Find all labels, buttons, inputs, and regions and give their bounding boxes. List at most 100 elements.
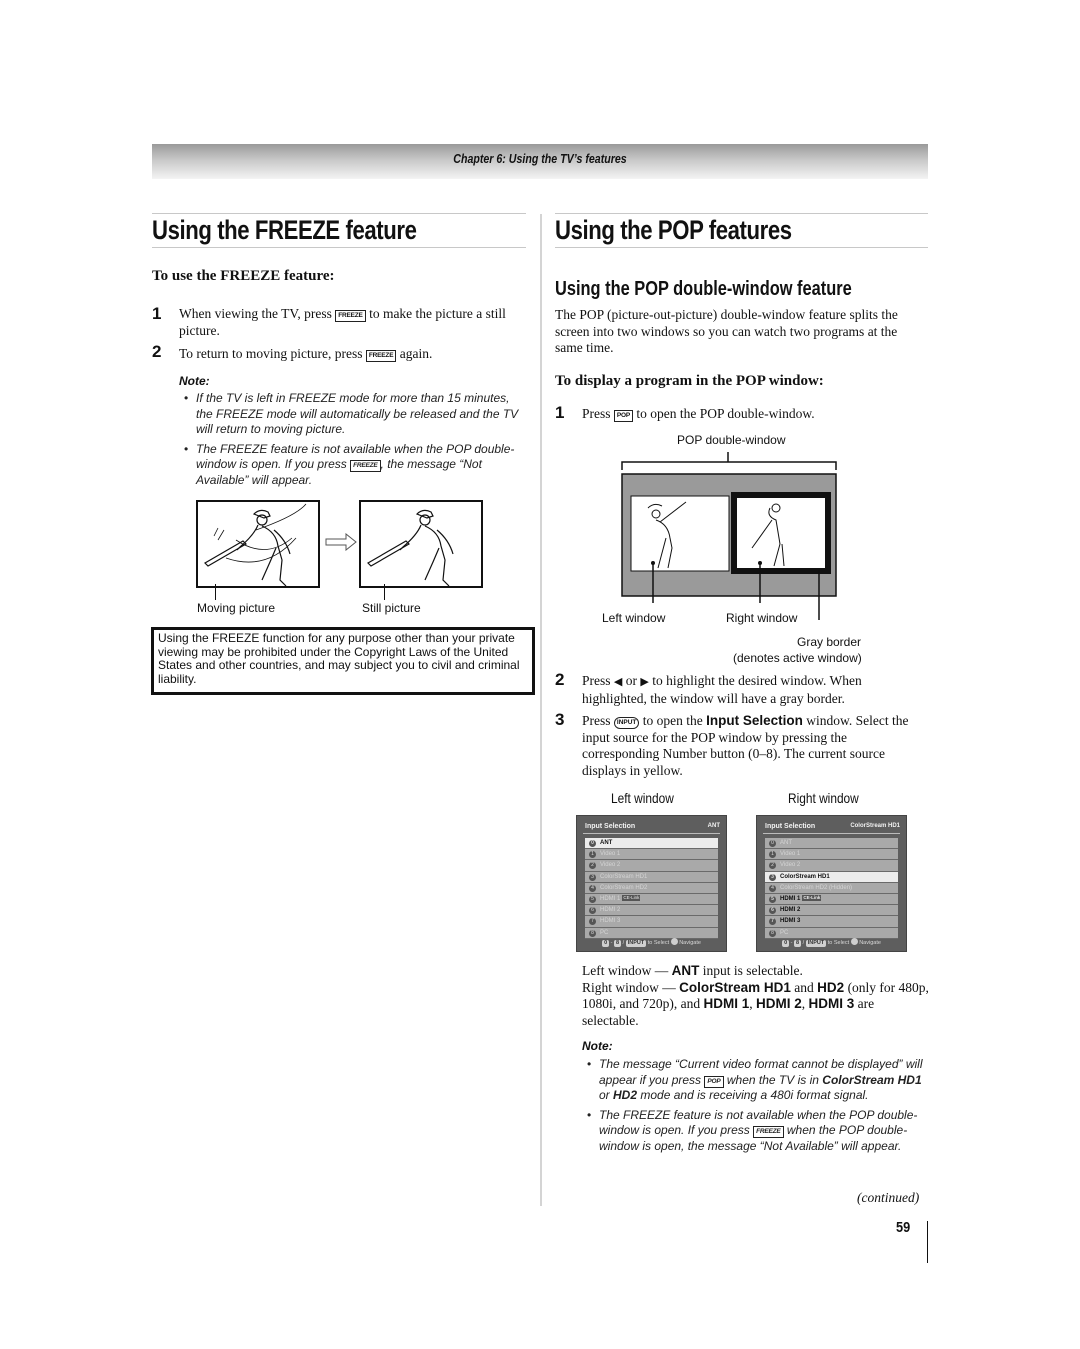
- left-window-label: Left window: [602, 611, 666, 625]
- input-list: 0 ANT 1 Video 1 2 Video 2 3 ColorStream HD1 4 Col…: [585, 838, 718, 939]
- title-rule-bottom: [555, 247, 928, 248]
- navigate-pad-icon: [670, 938, 678, 945]
- input-option[interactable]: 7 HDMI 3: [765, 916, 898, 928]
- pop-intro: The POP (picture-out-picture) double-win…: [555, 307, 898, 355]
- input-option-label: PC: [600, 929, 609, 936]
- input-option[interactable]: 8 PC: [585, 927, 718, 939]
- pop-subhead: To display a program in the POP window:: [555, 373, 824, 389]
- step-number: 3: [555, 710, 565, 729]
- input-option[interactable]: 6 HDMI 2: [585, 905, 718, 917]
- input-option-label: ANT: [600, 840, 613, 846]
- input-option[interactable]: 1 Video 1: [585, 849, 718, 861]
- number-badge-icon: 6: [589, 907, 596, 915]
- input-option[interactable]: 3 ColorStream HD1: [765, 871, 898, 883]
- freeze-key-icon: FREEZE: [753, 1126, 784, 1138]
- number-badge-icon: 1: [589, 851, 596, 859]
- input-option[interactable]: 0 ANT: [585, 838, 718, 850]
- selectable-inputs-text: Left window — ANT input is selectable. R…: [582, 963, 929, 1028]
- arrow-right-icon: [325, 532, 357, 556]
- input-option[interactable]: 1 Video 1: [765, 849, 898, 861]
- callout-line: [215, 584, 216, 600]
- input-option-label: ColorStream HD2: [600, 884, 648, 891]
- gray-border-description: (denotes active window): [733, 651, 862, 665]
- right-arrow-icon: ▶: [640, 676, 649, 688]
- note-title: Note:: [582, 1039, 613, 1053]
- column-divider: [540, 214, 542, 1206]
- input-option[interactable]: 4 ColorStream HD2 (Hidden): [765, 882, 898, 894]
- copyright-warning-text: Using the FREEZE function for any purpos…: [158, 631, 520, 686]
- freeze-notes: If the TV is left in FREEZE mode for mor…: [184, 391, 529, 492]
- input-option[interactable]: 2 Video 2: [765, 860, 898, 872]
- pop-step-2: Press ◀ or ▶ to highlight the desired wi…: [582, 673, 862, 706]
- note-title: Note:: [179, 374, 210, 388]
- panel-title: Input Selection: [765, 823, 816, 830]
- step-number: 2: [555, 670, 565, 689]
- input-key-icon: INPUT: [805, 940, 827, 947]
- moving-picture-frame: [196, 500, 320, 588]
- title-rule-top: [555, 213, 928, 214]
- input-list: 0 ANT 1 Video 1 2 Video 2 3 ColorStream HD1 4 Col…: [765, 838, 898, 939]
- pop-step-1: Press POP to open the POP double-window.: [582, 406, 815, 422]
- freeze-key-icon: FREEZE: [335, 310, 366, 322]
- moving-picture-label: Moving picture: [197, 601, 276, 615]
- pop-subtitle: Using the POP double-window feature: [555, 278, 852, 300]
- freeze-key-icon: FREEZE: [350, 460, 381, 472]
- panel-current-source: ANT: [707, 823, 720, 829]
- input-option-label: HDMI 3: [600, 918, 621, 925]
- gray-border-label: Gray border: [797, 635, 862, 649]
- input-key-icon: INPUT: [625, 940, 647, 947]
- number-badge-icon: 8: [769, 929, 776, 937]
- input-option-label: HDMI 2: [600, 907, 621, 914]
- freeze-step-2: To return to moving picture, press FREEZ…: [179, 346, 433, 362]
- number-badge-icon: 1: [769, 851, 776, 859]
- panel-current-source: ColorStream HD1: [850, 823, 900, 829]
- right-window-panel-label: Right window: [788, 790, 859, 806]
- input-option-label: HDMI 3: [780, 918, 801, 925]
- freeze-subhead: To use the FREEZE feature:: [152, 268, 335, 284]
- input-option[interactable]: 0 ANT: [765, 838, 898, 850]
- input-option[interactable]: 5 HDMI 1 CE-Link: [585, 893, 718, 906]
- input-key-icon: INPUT: [613, 717, 640, 729]
- input-option-label: HDMI 2: [780, 907, 801, 914]
- number-badge-icon: 8: [589, 929, 596, 937]
- input-option[interactable]: 5 HDMI 1 CE-Link: [765, 893, 898, 906]
- input-option[interactable]: 6 HDMI 2: [765, 905, 898, 917]
- copyright-warning-box: Using the FREEZE function for any purpos…: [151, 627, 535, 695]
- title-rule-top: [152, 213, 526, 214]
- number-badge-icon: 4: [769, 884, 776, 892]
- pop-step-3: Press INPUT to open the Input Selection …: [582, 713, 909, 778]
- input-option-label: Video 2: [600, 862, 621, 869]
- input-option[interactable]: 2 Video 2: [585, 860, 718, 872]
- right-window-label: Right window: [726, 611, 798, 625]
- number-badge-icon: 7: [589, 918, 596, 926]
- input-option[interactable]: 4 ColorStream HD2: [585, 882, 718, 894]
- panel-title: Input Selection: [585, 823, 636, 830]
- freeze-key-icon: FREEZE: [365, 350, 397, 362]
- number-badge-icon: 4: [589, 884, 596, 892]
- note-item: The FREEZE feature is not available when…: [184, 442, 529, 489]
- number-badge-icon: 3: [769, 873, 776, 881]
- pop-double-window-label: POP double-window: [677, 433, 786, 447]
- number-badge-icon: 0: [589, 840, 596, 847]
- input-option[interactable]: 3 ColorStream HD1: [585, 871, 718, 883]
- continued-label: (continued): [857, 1190, 920, 1205]
- page-number-rule: [927, 1221, 928, 1263]
- number-badge-icon: 3: [589, 873, 596, 881]
- input-option-label: ColorStream HD1: [780, 873, 830, 880]
- input-option[interactable]: 8 PC: [765, 927, 898, 939]
- input-option[interactable]: 7 HDMI 3: [585, 916, 718, 928]
- input-option-label: ColorStream HD2 (Hidden): [780, 884, 853, 891]
- note-item: The message “Current video format cannot…: [587, 1057, 932, 1104]
- input-selection-panel-left: Input Selection ANT 0 ANT 1 Video 1 2 Video 2…: [576, 815, 727, 952]
- input-option-label: HDMI 1: [600, 895, 621, 902]
- navigate-pad-icon: [850, 938, 858, 945]
- moving-batter-illustration: [196, 500, 320, 588]
- pop-diagram: [620, 450, 840, 630]
- ce-link-badge: CE-Link: [802, 894, 822, 901]
- panel-footer: 0 - 8 / INPUT to Select Navigate: [782, 938, 881, 947]
- freeze-section-title: Using the FREEZE feature: [152, 215, 417, 245]
- input-option-label: Video 2: [780, 862, 801, 869]
- freeze-step-1: When viewing the TV, press FREEZE to mak…: [179, 306, 506, 338]
- input-option-label: ANT: [780, 840, 792, 846]
- number-badge-icon: 5: [589, 895, 596, 903]
